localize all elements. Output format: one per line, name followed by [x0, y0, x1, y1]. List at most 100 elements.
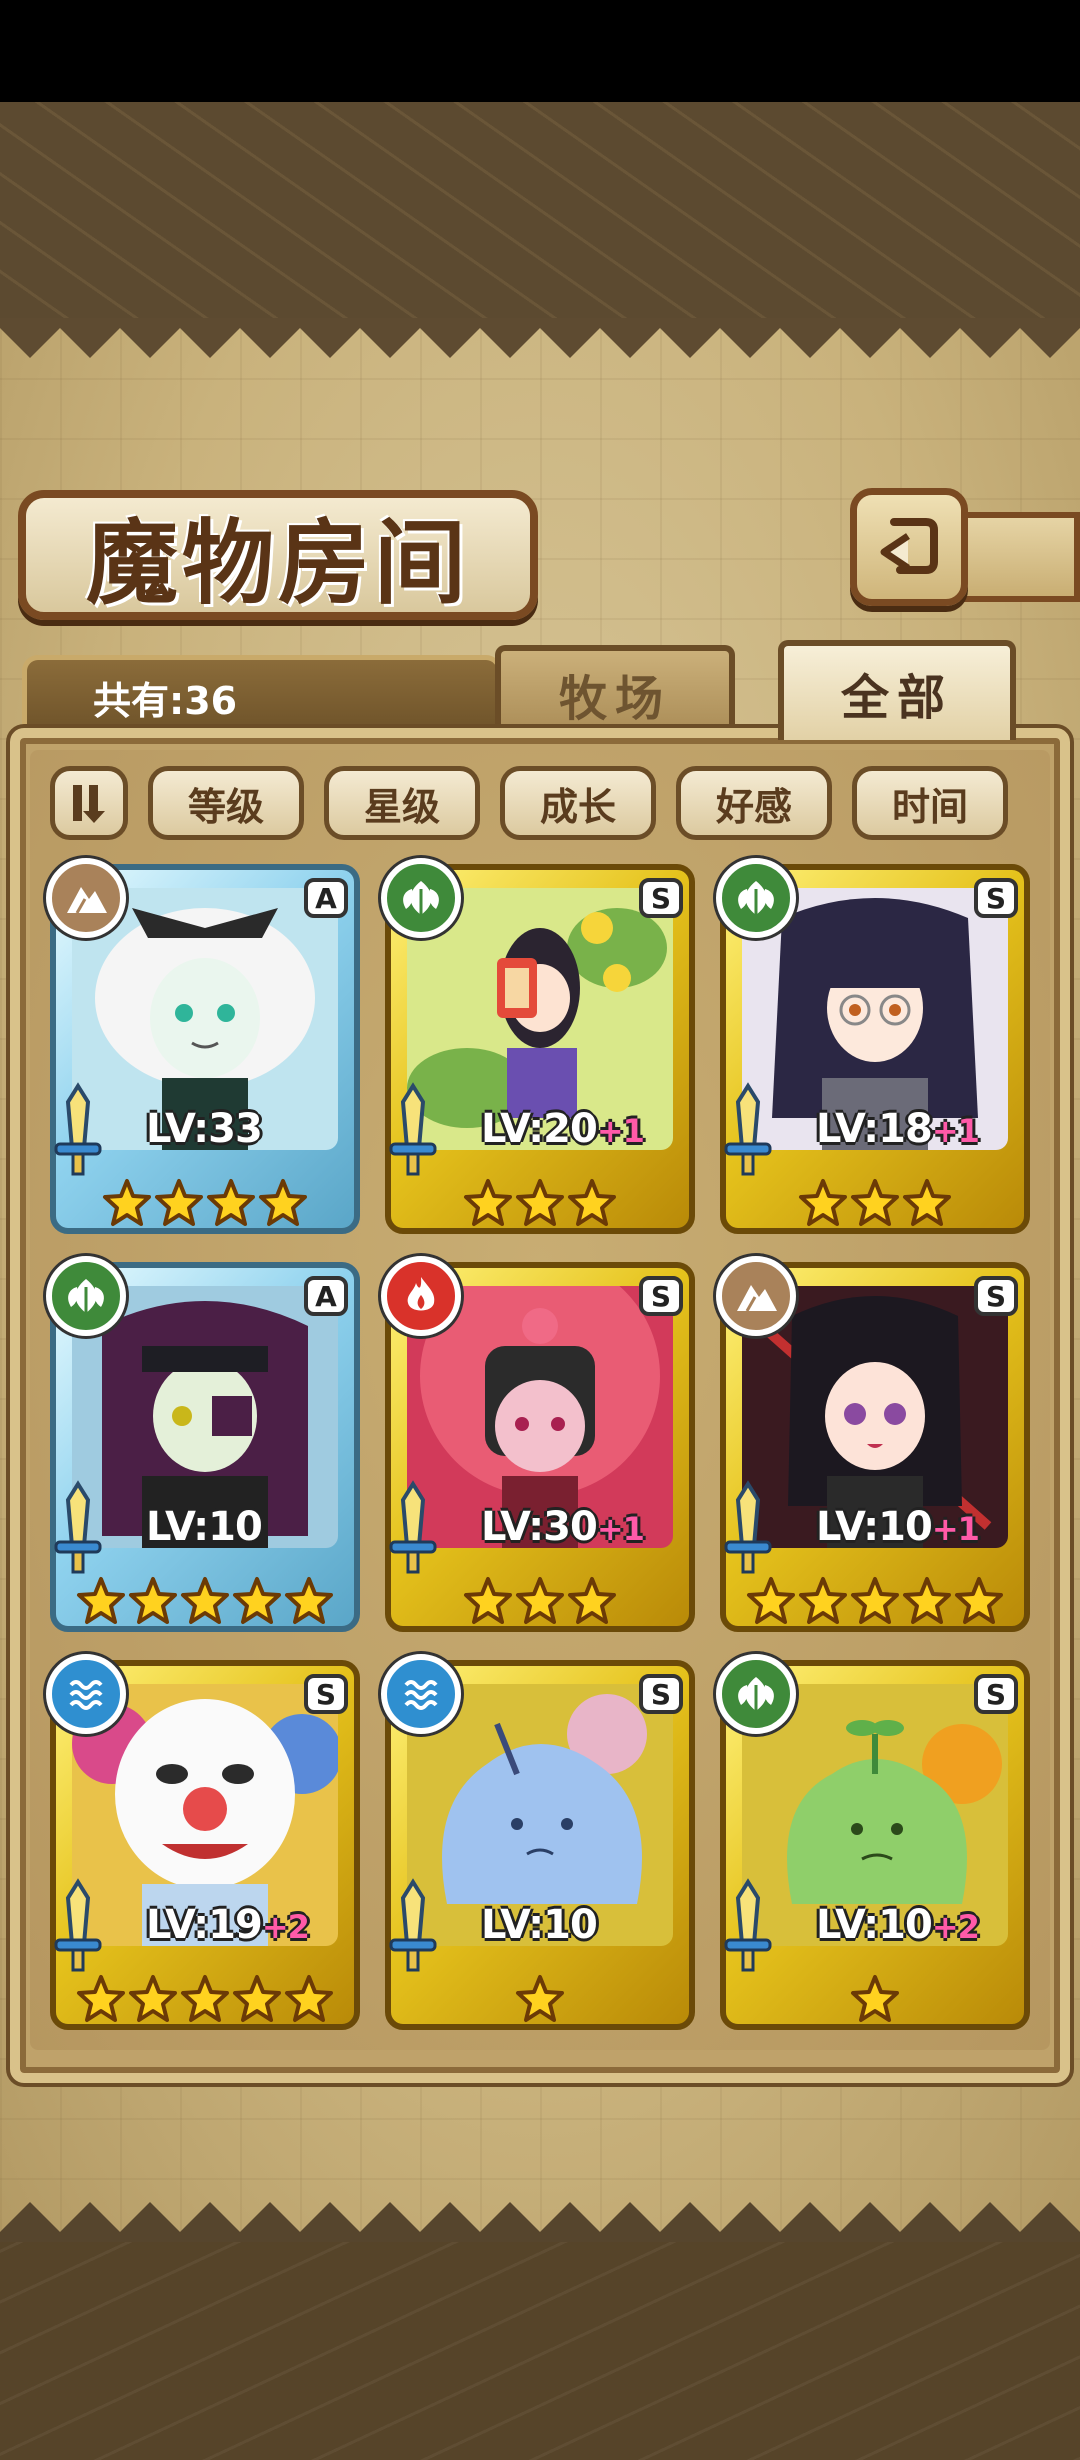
- sort-direction-icon: [73, 785, 105, 823]
- back-button[interactable]: [850, 488, 968, 606]
- star-icon: [76, 1974, 126, 2028]
- level-text: LV:10: [481, 1902, 598, 1948]
- level-text: LV:10: [146, 1504, 263, 1550]
- torn-edge-bottom: [0, 2202, 1080, 2242]
- star-icon: [284, 1974, 334, 2028]
- star-icon: [180, 1576, 230, 1630]
- return-arrow-icon: [880, 518, 938, 574]
- wood-element-icon: [716, 1654, 796, 1734]
- level-text: LV:30: [481, 1504, 598, 1550]
- wood-element-icon: [381, 858, 461, 938]
- rank-badge: S: [639, 1276, 683, 1316]
- star-rating: [385, 1576, 695, 1630]
- sword-icon: [722, 1480, 774, 1580]
- monster-card[interactable]: S LV:19+2: [46, 1654, 360, 2030]
- star-icon: [798, 1576, 848, 1630]
- monster-level: LV:10+1: [816, 1504, 980, 1550]
- monster-level: LV:10: [481, 1902, 598, 1948]
- sword-icon: [52, 1878, 104, 1978]
- sort-by-growth-button[interactable]: 成长: [500, 766, 656, 840]
- monster-card[interactable]: S LV:10+2: [716, 1654, 1030, 2030]
- star-icon: [102, 1178, 152, 1232]
- star-icon: [154, 1178, 204, 1232]
- map-background-bottom: [0, 2240, 1080, 2460]
- star-icon: [180, 1974, 230, 2028]
- sword-icon: [722, 1878, 774, 1978]
- level-bonus: +1: [596, 1112, 645, 1150]
- earth-element-icon: [46, 858, 126, 938]
- level-text: LV:20: [481, 1106, 598, 1152]
- tab-all[interactable]: 全部: [778, 640, 1016, 740]
- star-icon: [850, 1576, 900, 1630]
- tab-ranch[interactable]: 牧场: [495, 645, 735, 737]
- sword-icon: [52, 1480, 104, 1580]
- monster-level: LV:20+1: [481, 1106, 645, 1152]
- level-text: LV:10: [816, 1902, 933, 1948]
- monster-card[interactable]: A LV:10: [46, 1256, 360, 1632]
- fire-element-icon: [381, 1256, 461, 1336]
- star-icon: [746, 1576, 796, 1630]
- monster-level: LV:18+1: [816, 1106, 980, 1152]
- monster-count: 共有:36: [93, 679, 238, 723]
- sword-icon: [387, 1480, 439, 1580]
- sort-by-time-button[interactable]: 时间: [852, 766, 1008, 840]
- star-icon: [850, 1178, 900, 1232]
- torn-edge-top: [0, 318, 1080, 358]
- star-icon: [206, 1178, 256, 1232]
- star-rating: [50, 1974, 360, 2028]
- sort-bar: 等级 星级 成长 好感 时间: [50, 766, 1008, 840]
- star-icon: [128, 1576, 178, 1630]
- wood-element-icon: [716, 858, 796, 938]
- wood-element-icon: [46, 1256, 126, 1336]
- star-icon: [515, 1178, 565, 1232]
- star-icon: [515, 1974, 565, 2028]
- sword-icon: [387, 1878, 439, 1978]
- star-rating: [385, 1178, 695, 1232]
- monster-card[interactable]: S LV:18+1: [716, 858, 1030, 1234]
- monster-level: LV:10: [146, 1504, 263, 1550]
- star-rating: [720, 1974, 1030, 2028]
- star-rating: [385, 1974, 695, 2028]
- monster-card[interactable]: S LV:30+1: [381, 1256, 695, 1632]
- star-icon: [463, 1178, 513, 1232]
- star-icon: [76, 1576, 126, 1630]
- star-rating: [720, 1576, 1030, 1630]
- star-icon: [128, 1974, 178, 2028]
- sword-icon: [722, 1082, 774, 1182]
- sort-by-affection-button[interactable]: 好感: [676, 766, 832, 840]
- level-bonus: +2: [931, 1908, 980, 1946]
- star-icon: [232, 1974, 282, 2028]
- sword-icon: [387, 1082, 439, 1182]
- sort-by-star-button[interactable]: 星级: [324, 766, 480, 840]
- water-element-icon: [381, 1654, 461, 1734]
- star-icon: [232, 1576, 282, 1630]
- sword-icon: [52, 1082, 104, 1182]
- star-icon: [258, 1178, 308, 1232]
- rank-badge: A: [304, 1276, 348, 1316]
- star-rating: [720, 1178, 1030, 1232]
- monster-card[interactable]: S LV:20+1: [381, 858, 695, 1234]
- monster-card[interactable]: S LV:10: [381, 1654, 695, 2030]
- sort-by-level-button[interactable]: 等级: [148, 766, 304, 840]
- rank-badge: S: [974, 878, 1018, 918]
- star-icon: [850, 1974, 900, 2028]
- rank-badge: S: [974, 1674, 1018, 1714]
- star-icon: [567, 1178, 617, 1232]
- level-bonus: +2: [261, 1908, 310, 1946]
- star-icon: [515, 1576, 565, 1630]
- monster-card[interactable]: A LV:33: [46, 858, 360, 1234]
- level-text: LV:10: [816, 1504, 933, 1550]
- tab-ranch-label: 牧场: [558, 671, 671, 727]
- page-title: 魔物房间: [85, 508, 470, 617]
- rank-badge: S: [639, 878, 683, 918]
- monster-card[interactable]: S LV:10+1: [716, 1256, 1030, 1632]
- rank-badge: A: [304, 878, 348, 918]
- star-rating: [50, 1178, 360, 1232]
- star-icon: [798, 1178, 848, 1232]
- sort-order-toggle[interactable]: [50, 766, 128, 840]
- tab-all-label: 全部: [840, 670, 953, 726]
- level-text: LV:19: [146, 1902, 263, 1948]
- star-rating: [50, 1576, 360, 1630]
- monster-level: LV:10+2: [816, 1902, 980, 1948]
- monster-count-bar: 共有:36: [22, 655, 502, 735]
